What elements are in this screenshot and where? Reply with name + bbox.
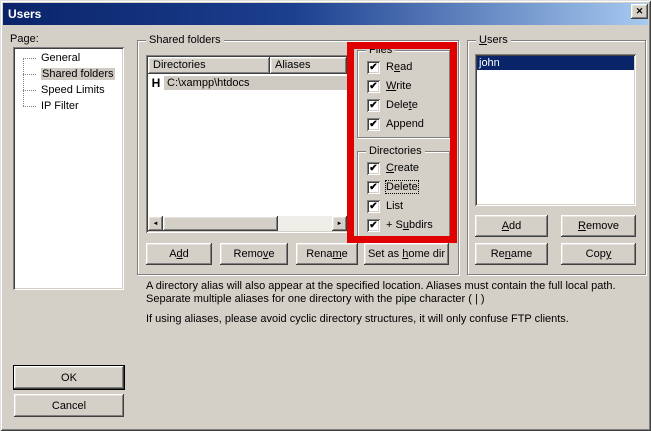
tree-item-speed-limits[interactable]: Speed Limits — [17, 82, 120, 98]
delete-dirs-checkbox-row[interactable]: ✔ Delete — [367, 179, 418, 195]
checkbox-label: Create — [386, 162, 419, 174]
button-label: Add — [502, 220, 522, 232]
write-checkbox-row[interactable]: ✔ Write — [367, 78, 411, 94]
button-label: Rename — [491, 248, 533, 260]
check-icon: ✔ — [369, 99, 377, 112]
home-flag: H — [148, 76, 164, 90]
tree-item-label: Speed Limits — [41, 84, 105, 96]
user-item-john[interactable]: john — [477, 56, 634, 70]
set-as-home-dir-button[interactable]: Set as home dir — [364, 243, 449, 265]
scroll-right-button[interactable]: ► — [332, 216, 347, 231]
button-label: Set as home dir — [368, 248, 445, 260]
write-checkbox[interactable]: ✔ — [367, 80, 380, 93]
check-icon: ✔ — [369, 118, 377, 131]
rename-user-button[interactable]: Rename — [475, 243, 548, 265]
title-bar[interactable]: Users — [3, 3, 648, 25]
page-tree: General Shared folders Speed Limits IP F… — [13, 47, 124, 290]
add-directory-button[interactable]: Add — [146, 243, 212, 265]
delete-files-checkbox-row[interactable]: ✔ Delete — [367, 97, 418, 113]
page-label: Page: — [10, 33, 39, 45]
listview-header: Directories Aliases — [148, 57, 347, 74]
tree-item-label: IP Filter — [41, 100, 79, 112]
alias-help-text: A directory alias will also appear at th… — [146, 280, 648, 333]
remove-directory-button[interactable]: Remove — [220, 243, 288, 265]
directories-group-label: Directories — [366, 145, 425, 157]
checkbox-label: List — [386, 200, 403, 212]
check-icon: ✔ — [369, 80, 377, 93]
users-group-label: Users — [476, 34, 511, 46]
list-checkbox[interactable]: ✔ — [367, 200, 380, 213]
directories-permissions-group: Directories ✔ Create ✔ Delete ✔ List ✔ +… — [357, 151, 450, 240]
files-group-label: Files — [366, 44, 395, 56]
checkbox-label: Delete — [386, 99, 418, 111]
files-permissions-group: Files ✔ Read ✔ Write ✔ Delete ✔ Append — [357, 50, 450, 138]
create-checkbox-row[interactable]: ✔ Create — [367, 160, 419, 176]
delete-dirs-checkbox[interactable]: ✔ — [367, 181, 380, 194]
checkbox-label: Read — [386, 61, 412, 73]
tree-item-general[interactable]: General — [17, 50, 120, 66]
ok-button[interactable]: OK — [14, 366, 124, 389]
tree-item-ip-filter[interactable]: IP Filter — [17, 98, 120, 114]
scroll-right-icon: ► — [337, 221, 343, 227]
cancel-button[interactable]: Cancel — [14, 394, 124, 417]
rename-directory-button[interactable]: Rename — [296, 243, 358, 265]
close-button[interactable]: ✕ — [631, 4, 648, 19]
check-icon: ✔ — [369, 200, 377, 213]
alias-help-paragraph-2: If using aliases, please avoid cyclic di… — [146, 313, 648, 326]
button-label: Add — [169, 248, 189, 260]
scroll-left-button[interactable]: ◄ — [148, 216, 163, 231]
append-checkbox[interactable]: ✔ — [367, 118, 380, 131]
close-icon: ✕ — [636, 6, 644, 17]
create-checkbox[interactable]: ✔ — [367, 162, 380, 175]
checkbox-label: Append — [386, 118, 424, 130]
users-listbox[interactable]: john — [475, 54, 636, 206]
shared-folders-group-label: Shared folders — [146, 34, 224, 46]
button-label: Remove — [578, 220, 619, 232]
delete-files-checkbox[interactable]: ✔ — [367, 99, 380, 112]
window-title: Users — [3, 7, 41, 21]
check-icon: ✔ — [369, 219, 377, 232]
users-dialog: Users ✕ Page: General Shared folders Spe… — [0, 0, 651, 431]
tree-item-shared-folders[interactable]: Shared folders — [17, 66, 120, 82]
scrollbar-thumb[interactable] — [163, 216, 278, 231]
button-label: Rename — [306, 248, 348, 260]
subdirs-checkbox-row[interactable]: ✔ + Subdirs — [367, 217, 433, 233]
remove-user-button[interactable]: Remove — [561, 215, 636, 237]
check-icon: ✔ — [369, 181, 377, 194]
scrollbar-track[interactable] — [163, 216, 332, 231]
read-checkbox[interactable]: ✔ — [367, 61, 380, 74]
tree-item-label: General — [41, 52, 80, 64]
checkbox-label: + Subdirs — [386, 219, 433, 231]
horizontal-scrollbar[interactable]: ◄ ► — [148, 216, 347, 231]
copy-user-button[interactable]: Copy — [561, 243, 636, 265]
read-checkbox-row[interactable]: ✔ Read — [367, 59, 412, 75]
alias-help-paragraph-1: A directory alias will also appear at th… — [146, 280, 648, 306]
check-icon: ✔ — [369, 162, 377, 175]
check-icon: ✔ — [369, 61, 377, 74]
append-checkbox-row[interactable]: ✔ Append — [367, 116, 424, 132]
button-label: Cancel — [52, 400, 86, 412]
scroll-left-icon: ◄ — [153, 221, 159, 227]
checkbox-label: Delete — [386, 181, 418, 193]
add-user-button[interactable]: Add — [475, 215, 548, 237]
column-header-directories[interactable]: Directories — [148, 57, 270, 74]
directory-row[interactable]: H C:\xampp\htdocs — [148, 75, 347, 90]
checkbox-label: Write — [386, 80, 411, 92]
directory-path: C:\xampp\htdocs — [164, 76, 347, 90]
tree-item-label-selected: Shared folders — [41, 68, 115, 80]
directories-listview: Directories Aliases H C:\xampp\htdocs ◄ … — [146, 55, 349, 233]
column-header-aliases[interactable]: Aliases — [270, 57, 347, 74]
button-label: OK — [61, 372, 77, 384]
button-label: Remove — [234, 248, 275, 260]
subdirs-checkbox[interactable]: ✔ — [367, 219, 380, 232]
list-checkbox-row[interactable]: ✔ List — [367, 198, 403, 214]
button-label: Copy — [586, 248, 612, 260]
